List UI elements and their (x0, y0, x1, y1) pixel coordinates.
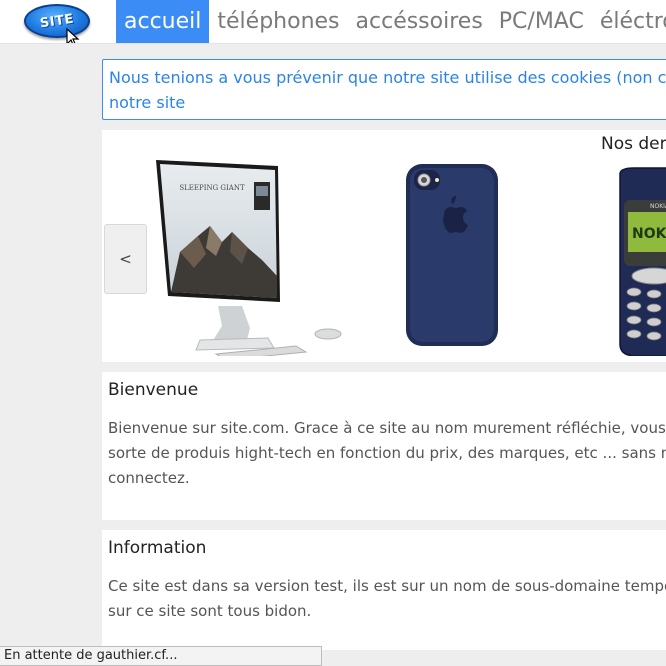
information-text: Ce site est dans sa version test, ils es… (108, 574, 666, 624)
information-text-line-2: sur ce site sont tous bidon. (108, 602, 312, 620)
carousel-title: Nos der (601, 134, 666, 154)
nav-item-pc-mac[interactable]: PC/MAC (491, 0, 592, 43)
nav-item-accueil[interactable]: accueil (116, 0, 210, 43)
all-in-one-pc-icon[interactable]: SLEEPING GIANT (150, 156, 350, 356)
nokia-phone-icon[interactable]: NOKIA NOKIA (610, 166, 666, 356)
nav-item-electromenager[interactable]: éléctrome (592, 0, 666, 43)
welcome-title: Bienvenue (108, 380, 199, 400)
cookie-notice: Nous tenions a vous prévenir que notre s… (102, 59, 666, 120)
site-logo[interactable]: SITE (0, 0, 116, 43)
welcome-text-line-2: sorte de produis hight-tech en fonction … (108, 444, 666, 462)
top-navbar: SITE accueil téléphones accéssoires PC/M… (0, 0, 666, 44)
welcome-text-line-1: Bienvenue sur site.com. Grace à ce site … (108, 419, 666, 437)
browser-status-bar: En attente de gauthier.cf... (0, 646, 322, 666)
cookie-notice-line-1: Nous tenions a vous prévenir que notre s… (109, 68, 666, 87)
information-section: Information Ce site est dans sa version … (102, 530, 666, 650)
cookie-notice-line-2: notre site (109, 93, 186, 112)
nokia-brand-label: NOKIA (650, 203, 666, 210)
carousel-prev-button[interactable]: < (104, 224, 147, 294)
smartphone-case-icon[interactable] (404, 162, 500, 348)
nav-item-accessoires[interactable]: accéssoires (348, 0, 491, 43)
page: SITE accueil téléphones accéssoires PC/M… (0, 0, 666, 666)
welcome-section: Bienvenue Bienvenue sur site.com. Grace … (102, 372, 666, 520)
product-carousel: Nos der < SLEEPING GIANT NOK NOKI (102, 130, 666, 362)
welcome-text: Bienvenue sur site.com. Grace à ce site … (108, 416, 666, 491)
welcome-text-line-3: connectez. (108, 469, 190, 487)
logo-badge: SITE (24, 4, 90, 38)
nokia-screen-text: NOKIA (632, 226, 666, 242)
information-title: Information (108, 538, 207, 558)
nav-item-telephones[interactable]: téléphones (209, 0, 347, 43)
pc-screen-text: SLEEPING GIANT (179, 184, 245, 192)
mouse-pointer-icon (66, 28, 80, 43)
information-text-line-1: Ce site est dans sa version test, ils es… (108, 577, 666, 595)
main-nav: accueil téléphones accéssoires PC/MAC él… (116, 0, 666, 43)
